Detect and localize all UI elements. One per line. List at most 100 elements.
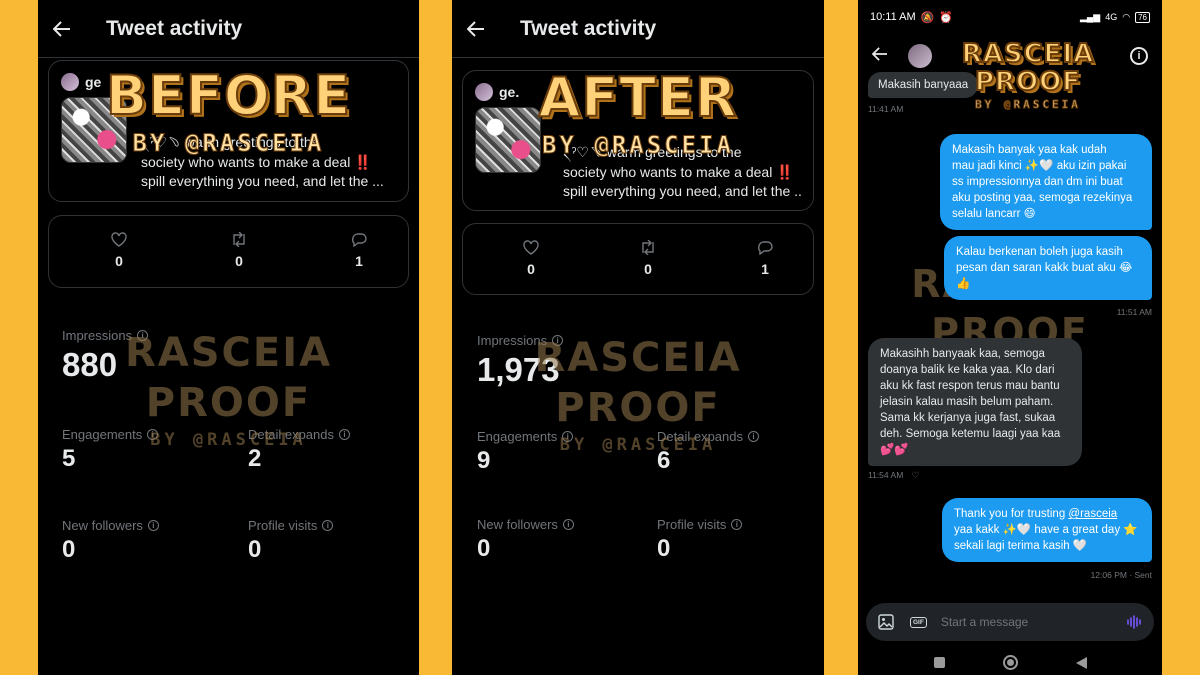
mention-link[interactable]: @rasceia: [1068, 508, 1117, 520]
recents-icon[interactable]: [933, 657, 945, 668]
watermark-text: PROOF: [555, 385, 721, 431]
mute-icon: 🔕: [920, 11, 935, 24]
message-timestamp-row: 11:54 AM ♡: [868, 470, 919, 481]
metric-label: Engagements: [477, 429, 558, 444]
likes-count: 0: [115, 253, 123, 269]
message-line: pesan dan saran kakk buat aku 😂: [956, 262, 1133, 274]
replies-count: 1: [355, 253, 363, 269]
replies-stat: 1: [745, 240, 785, 277]
gif-icon[interactable]: GIF: [910, 616, 927, 628]
message-bubble-sent[interactable]: Makasih banyak yaa kak udah mau jadi kin…: [940, 134, 1152, 230]
message-bubble-received[interactable]: Makasihh banyaak kaa, semoga doanya bali…: [868, 338, 1082, 466]
engagements-value: 5: [62, 445, 76, 472]
info-icon[interactable]: i: [731, 519, 743, 530]
tweet-text-line: society who wants to make a deal ‼️: [141, 153, 372, 170]
info-icon[interactable]: i: [562, 519, 574, 530]
detail-expands-value: 6: [657, 447, 671, 474]
avatar: [475, 83, 493, 101]
profile-visits-metric: Profile visits i 0: [248, 518, 334, 564]
new-followers-value: 0: [62, 536, 76, 563]
new-followers-metric: New followers i 0: [62, 518, 159, 564]
heart-icon: [523, 240, 539, 255]
message-line: Makasih banyaaa: [878, 79, 969, 91]
replies-count: 1: [761, 261, 769, 277]
detail-expands-metric: Detail expands i 2: [248, 427, 350, 473]
metric-label: New followers: [62, 518, 143, 533]
retweets-stat: 0: [628, 240, 668, 277]
tweet-text: ৲ˀ♡﹆ warm greetings to the society who w…: [141, 133, 396, 192]
battery-level: 76: [1135, 11, 1150, 23]
wifi-icon: ◠: [1122, 11, 1131, 22]
metric-label: New followers: [477, 517, 558, 532]
info-icon[interactable]: i: [322, 520, 334, 531]
message-timestamp: 11:51 AM: [1116, 307, 1152, 317]
info-icon[interactable]: i: [137, 330, 149, 341]
page-title: Tweet activity: [520, 16, 657, 40]
message-line: doanya balik ke kaka yaa. Klo dari: [880, 364, 1055, 376]
profile-visits-value: 0: [657, 535, 671, 562]
message-composer[interactable]: GIF Start a message: [866, 603, 1154, 641]
message-bubble-sent[interactable]: Kalau berkenan boleh juga kasih pesan da…: [944, 236, 1152, 300]
message-line: mau jadi kinci ✨🤍 aku izin pakai: [952, 160, 1127, 172]
info-icon[interactable]: i: [147, 429, 159, 440]
message-line: 👍: [956, 278, 971, 290]
message-line: deh. Semoga ketemu laagi yaa kaa: [880, 428, 1061, 440]
retweet-icon: [642, 240, 654, 255]
heart-icon: [111, 232, 127, 247]
home-icon[interactable]: [1002, 655, 1018, 670]
tweet-text-line: society who wants to make a deal ‼️: [563, 163, 794, 180]
tweet-preview-card[interactable]: ge ৲ˀ♡﹆ warm greetings to the society wh…: [48, 60, 409, 202]
message-line: Makasih banyak yaa kak udah: [952, 144, 1107, 156]
tweet-text: ৲ˀ♡﹆ warm greetings to the society who w…: [563, 143, 801, 202]
info-icon[interactable]: i: [147, 520, 159, 531]
back-arrow-icon[interactable]: [871, 46, 888, 66]
detail-expands-metric: Detail expands i 6: [657, 429, 759, 475]
message-bubble-sent[interactable]: Thank you for trusting @rasceia yaa kakk…: [942, 498, 1152, 562]
profile-visits-value: 0: [248, 536, 262, 563]
retweets-stat: 0: [219, 232, 259, 269]
info-icon[interactable]: i: [562, 431, 574, 442]
message-line: selalu lancarr 😄: [952, 208, 1036, 220]
info-icon[interactable]: i: [748, 431, 759, 442]
info-icon[interactable]: i: [552, 335, 564, 346]
network-type: 4G: [1105, 12, 1118, 22]
metric-label: Detail expands: [248, 427, 334, 442]
message-line: Kalau berkenan boleh juga kasih: [956, 246, 1123, 258]
header: Tweet activity: [452, 0, 824, 58]
info-icon[interactable]: i: [1130, 47, 1148, 65]
retweets-count: 0: [644, 261, 652, 277]
message-input[interactable]: Start a message: [941, 615, 1028, 629]
retweet-icon: [233, 232, 245, 247]
likes-count: 0: [527, 261, 535, 277]
avatar: [61, 73, 79, 91]
dm-screen: 10:11 AM 🔕 ⏰ ▂▄▆ 4G ◠ 76 i RASCEIA PROOF…: [858, 0, 1162, 675]
tweet-text-line: ৲ˀ♡﹆ warm greetings to the: [563, 144, 742, 160]
message-line: aku kk fast respon terus mau bantu: [880, 380, 1060, 392]
avatar[interactable]: [908, 44, 932, 68]
tweet-preview-card[interactable]: ge. ৲ˀ♡﹆ warm greetings to the society w…: [462, 70, 814, 211]
new-followers-metric: New followers i 0: [477, 517, 574, 563]
retweets-count: 0: [235, 253, 243, 269]
back-icon[interactable]: [1075, 656, 1087, 669]
voice-message-icon[interactable]: [1126, 615, 1142, 629]
reaction-icon[interactable]: ♡: [912, 470, 920, 480]
page-title: Tweet activity: [106, 16, 243, 40]
signal-icon: ▂▄▆: [1079, 11, 1101, 22]
back-arrow-icon[interactable]: [52, 19, 72, 39]
impressions-metric: Impressions i 880: [62, 328, 149, 384]
info-icon[interactable]: i: [339, 429, 350, 440]
reply-icon: [352, 233, 367, 247]
tweet-username: ge: [85, 74, 102, 90]
dm-header: i: [858, 38, 1162, 74]
metric-label: Detail expands: [657, 429, 743, 444]
image-icon[interactable]: [878, 614, 894, 630]
message-line: yaa kakk ✨🤍 have a great day ⭐: [954, 524, 1138, 536]
message-line: sekali lagi terima kasih 🤍: [954, 540, 1088, 552]
metric-label: Engagements: [62, 427, 143, 442]
engagements-metric: Engagements i 5: [62, 427, 159, 473]
tweet-text-line: ৲ˀ♡﹆ warm greetings to the: [141, 134, 320, 150]
back-arrow-icon[interactable]: [466, 19, 486, 39]
message-bubble-received[interactable]: Makasih banyaaa: [868, 72, 978, 98]
metric-label: Profile visits: [248, 518, 318, 533]
message-timestamp: 11:41 AM: [868, 104, 904, 114]
